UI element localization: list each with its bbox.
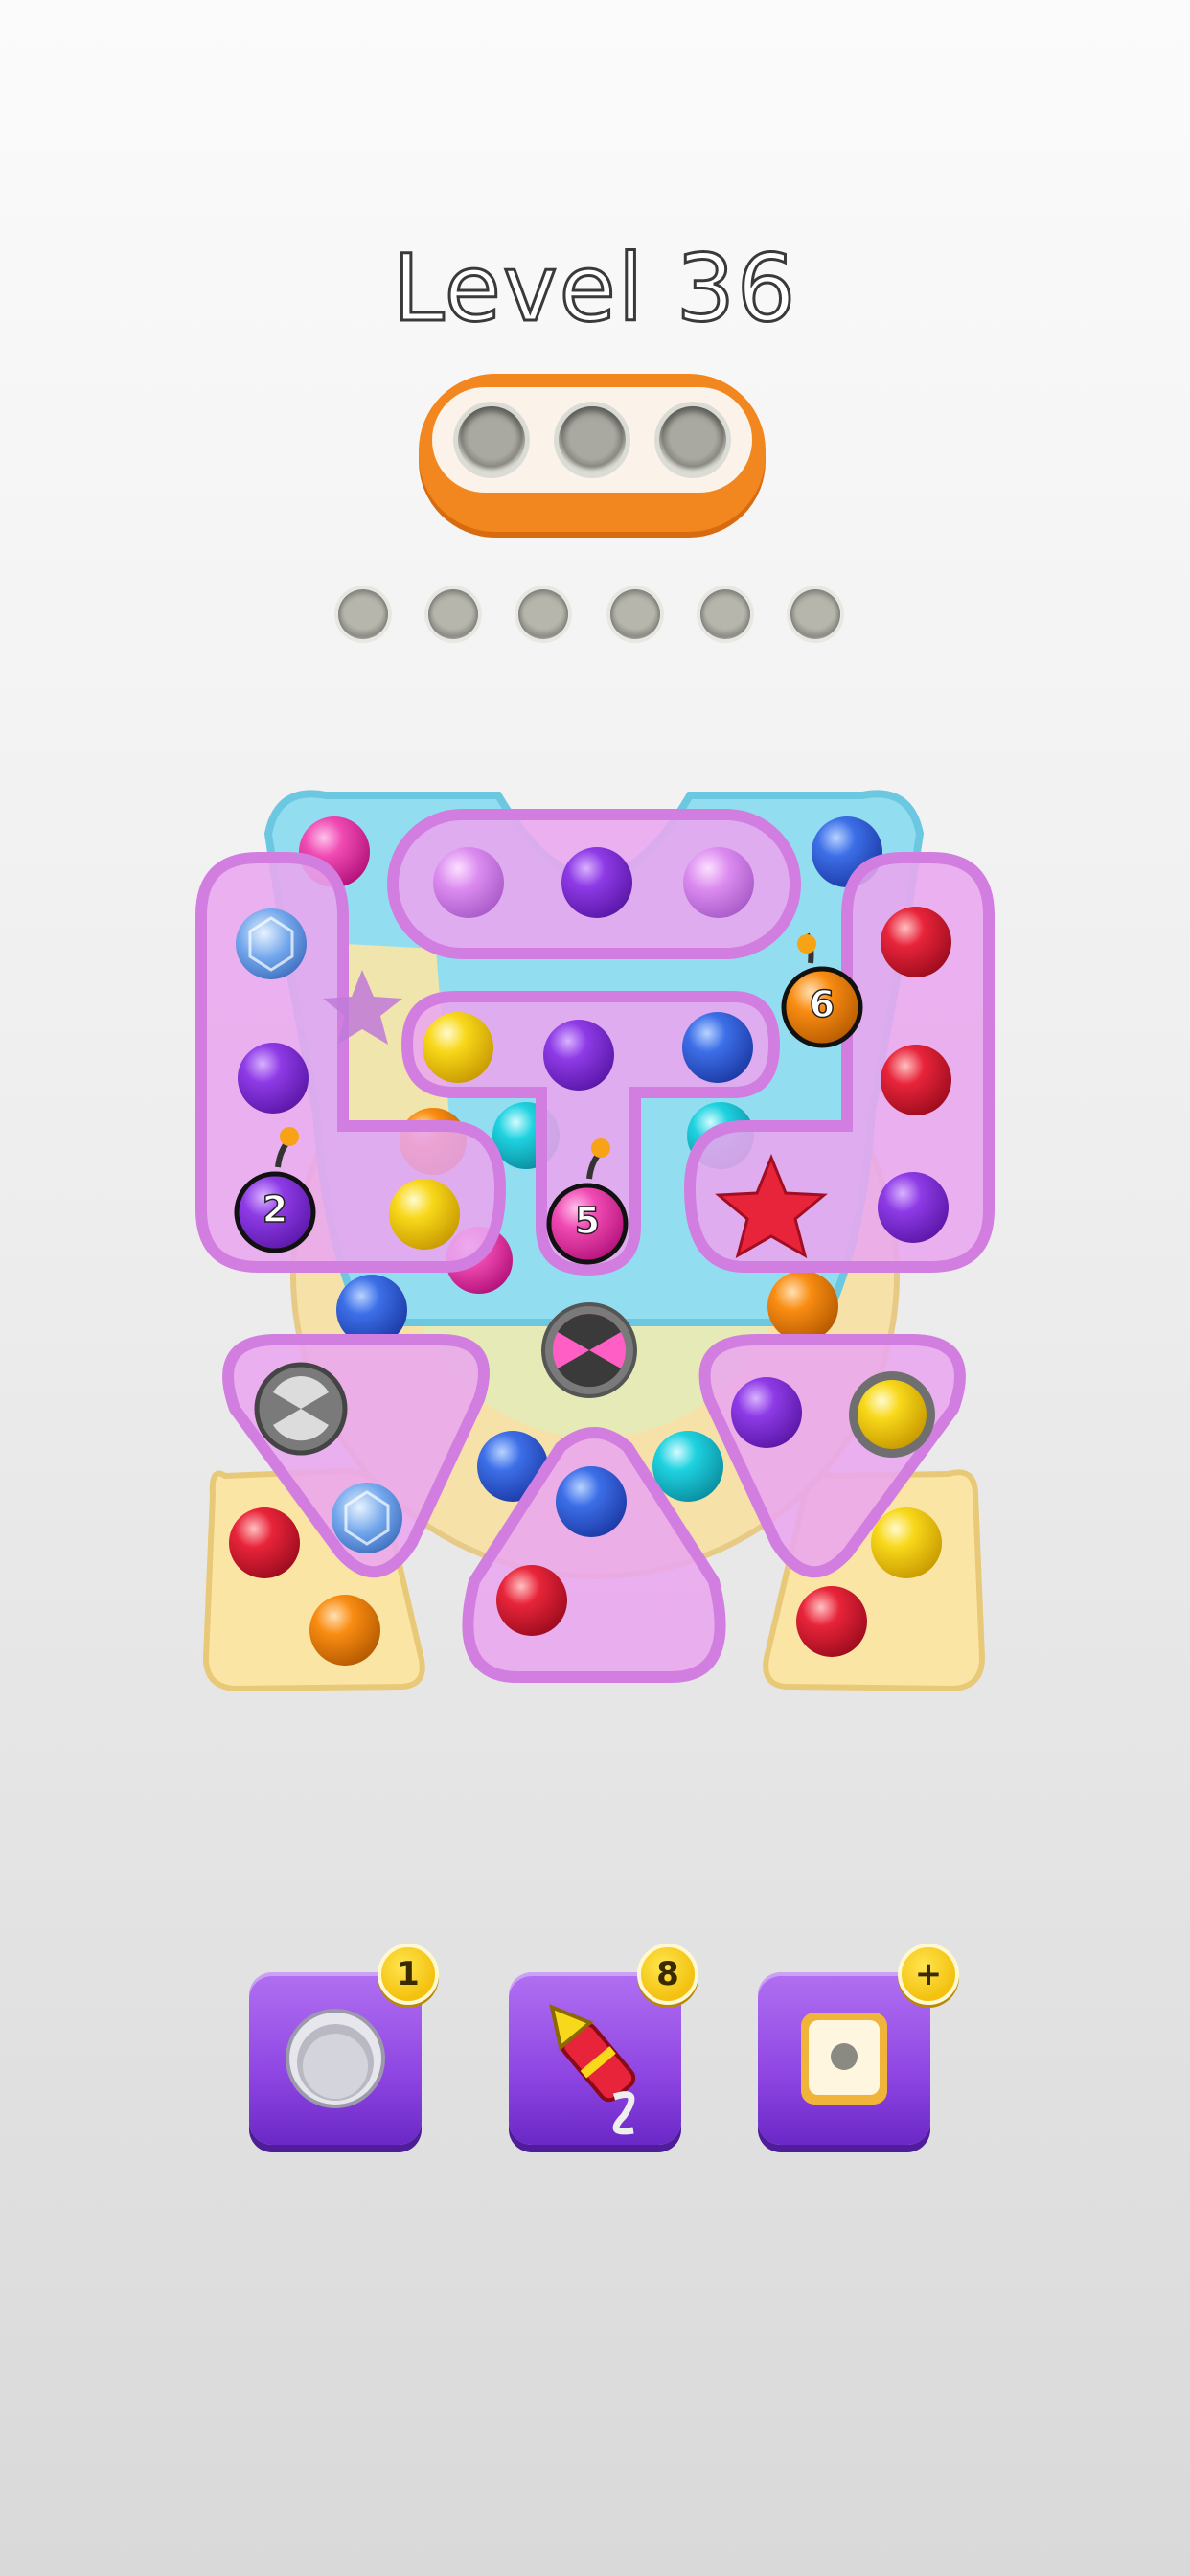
bomb-counter: 5 [574, 1199, 601, 1243]
ball-red[interactable] [881, 1045, 951, 1116]
add-booster-badge[interactable]: + [898, 1944, 959, 2005]
ball-cyan[interactable] [652, 1431, 723, 1502]
hole-booster-button[interactable]: 1 [249, 1944, 439, 2145]
ball-blue[interactable] [556, 1466, 627, 1537]
ball-red[interactable] [796, 1586, 867, 1657]
ball-yellow[interactable] [849, 1371, 935, 1458]
ball-purple[interactable] [731, 1377, 802, 1448]
ball-lilac[interactable] [433, 847, 504, 918]
puzzle-board [195, 790, 995, 1692]
ball-orange[interactable] [309, 1595, 380, 1666]
box-slot-icon [801, 2012, 887, 2104]
gem-blue[interactable] [332, 1483, 402, 1553]
gem-blue[interactable] [236, 908, 307, 979]
ball-red[interactable] [229, 1507, 300, 1578]
ball-yellow[interactable] [871, 1507, 942, 1578]
ball-yellow[interactable] [389, 1179, 460, 1250]
ball-purple[interactable] [543, 1020, 614, 1091]
ball-purple[interactable] [238, 1043, 309, 1114]
ball-red[interactable] [496, 1565, 567, 1636]
ball-blue[interactable] [682, 1012, 753, 1083]
box-booster-button[interactable]: + [758, 1944, 959, 2145]
ball-lilac[interactable] [683, 847, 754, 918]
ball-purple[interactable] [878, 1172, 949, 1243]
ball-orange[interactable] [767, 1271, 838, 1342]
ball-purple[interactable] [561, 847, 632, 918]
bomb-counter: 2 [262, 1187, 288, 1231]
ball-yellow[interactable] [423, 1012, 493, 1083]
fan-hole-icon [541, 1302, 637, 1398]
fan-hole-icon [254, 1362, 348, 1456]
booster-count-badge: 8 [637, 1944, 698, 2005]
booster-count-badge: 1 [378, 1944, 439, 2005]
bomb-counter: 6 [809, 982, 835, 1026]
ball-red[interactable] [881, 907, 951, 978]
rocket-booster-button[interactable]: 8 [509, 1944, 698, 2145]
